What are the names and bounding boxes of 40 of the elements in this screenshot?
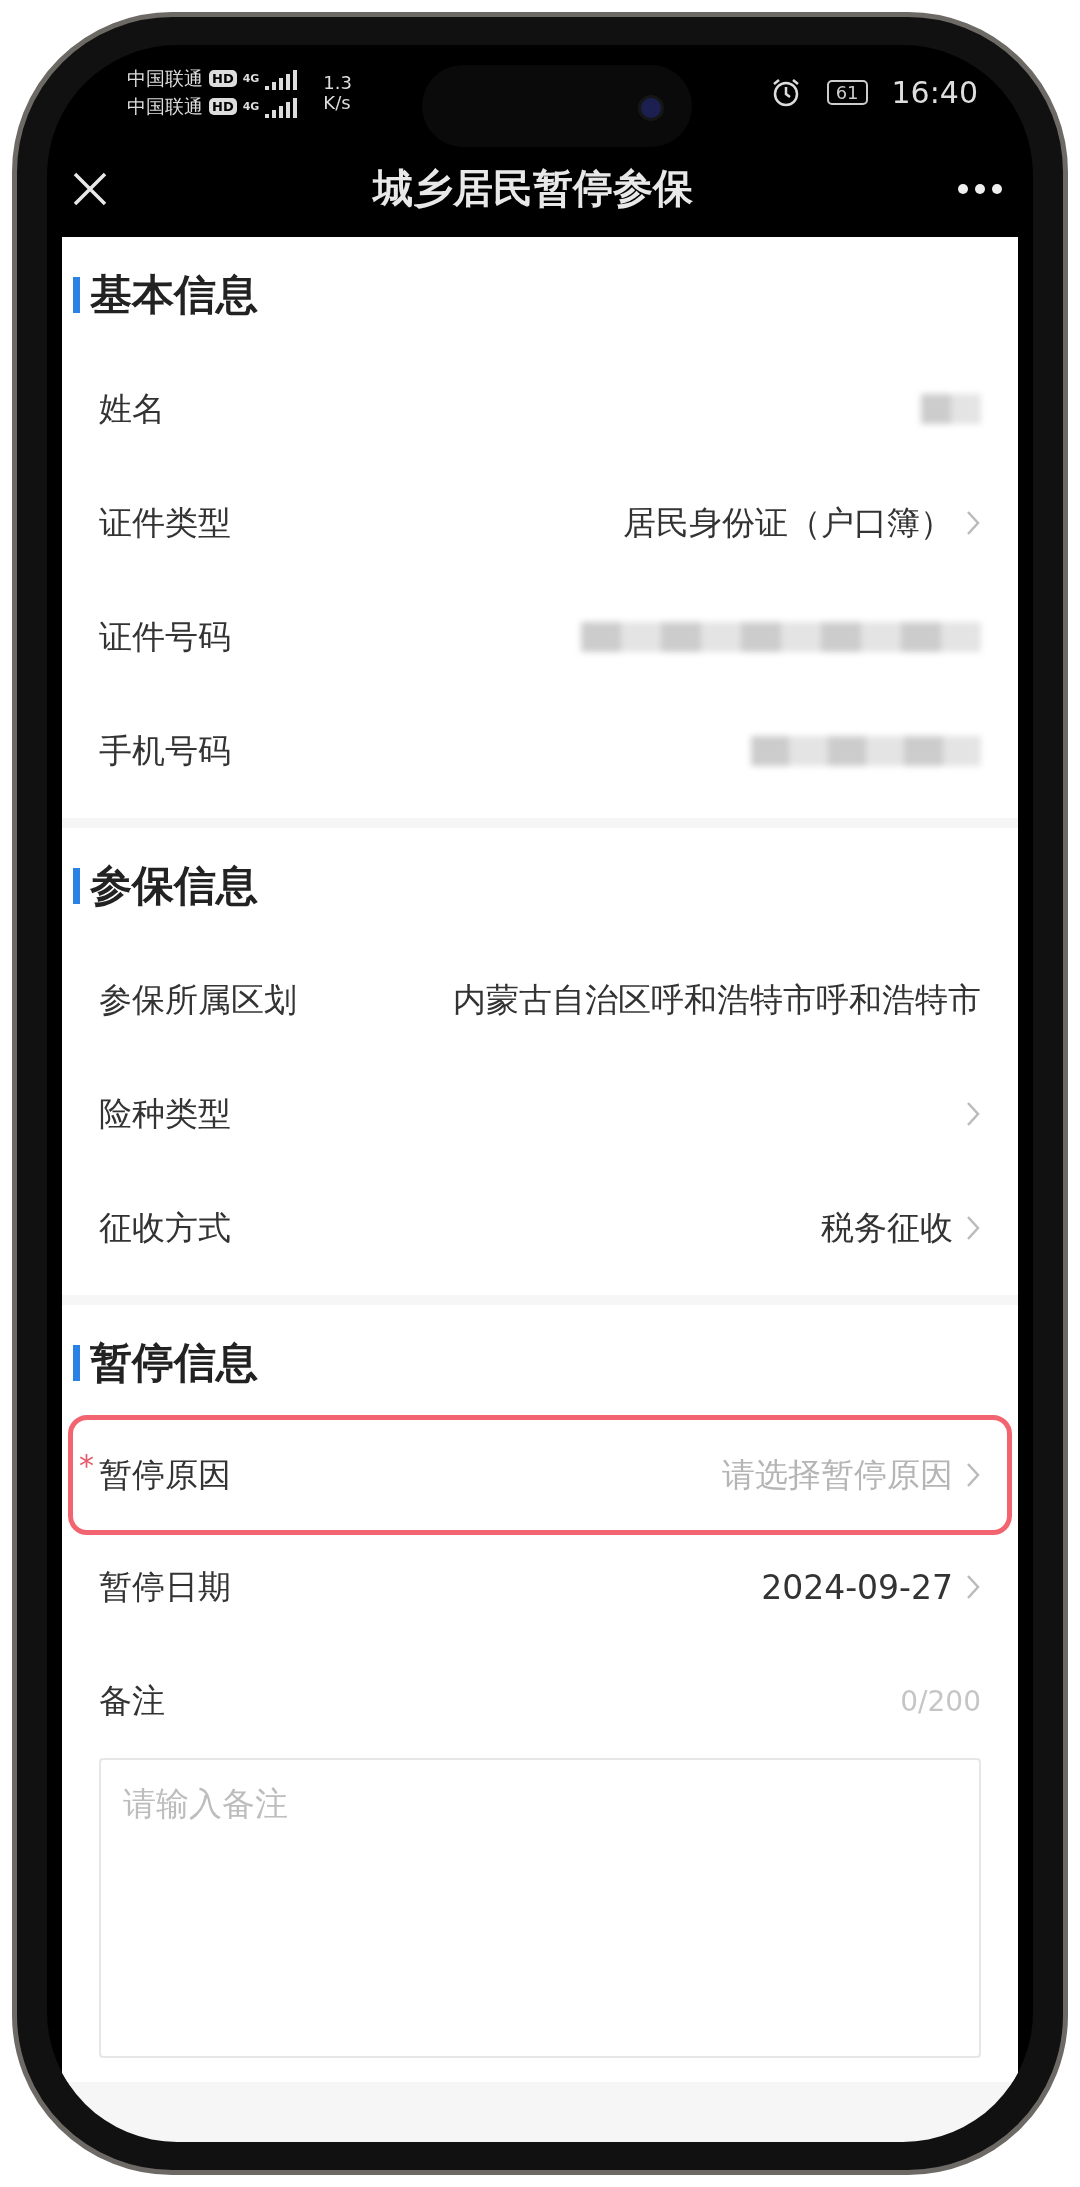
field-label: 姓名 [99,387,165,430]
field-label: 暂停日期 [99,1565,231,1608]
section-title: 暂停信息 [90,1336,258,1389]
speed-value: 1.3 [323,72,352,93]
field-value: 居民身份证（户口簿） [623,501,953,544]
hd-badge: HD [209,70,237,87]
field-label: 征收方式 [99,1206,231,1249]
carrier-name: 中国联通 [127,65,203,91]
required-mark: * [79,1448,94,1483]
section-title: 基本信息 [90,268,258,321]
field-label: 暂停原因 [99,1453,231,1496]
field-label: 证件号码 [99,615,231,658]
field-value: 2024-09-27 [761,1567,953,1607]
section-marker [73,1344,80,1381]
battery-indicator: 61 [826,80,868,105]
network-label: 4G [242,72,260,85]
field-label: 证件类型 [99,501,231,544]
network-label: 4G [242,100,260,113]
field-label: 险种类型 [99,1092,231,1135]
field-label: 备注 [99,1679,165,1722]
speed-unit: K/s [323,92,352,113]
section-title: 参保信息 [90,859,258,912]
page-title: 城乡居民暂停参保 [372,164,693,213]
section-marker [73,867,80,904]
field-label: 参保所属区划 [99,978,297,1021]
remarks-field[interactable]: 请输入备注 [99,1758,981,2058]
hd-badge: HD [209,98,237,115]
redacted-value [921,394,981,424]
signal-icon [265,95,300,118]
field-value: 税务征收 [821,1206,953,1249]
close-icon[interactable] [72,170,108,207]
character-counter: 0/200 [900,1684,981,1718]
signal-icon [265,67,300,90]
clock: 16:40 [891,75,978,110]
more-icon[interactable] [957,182,1003,195]
field-label: 手机号码 [99,729,231,772]
select-placeholder[interactable]: 请选择暂停原因 [722,1452,953,1498]
carrier-name: 中国联通 [127,93,203,119]
field-value: 内蒙古自治区呼和浩特市呼和浩特市 [453,978,981,1021]
section-marker [73,276,80,313]
